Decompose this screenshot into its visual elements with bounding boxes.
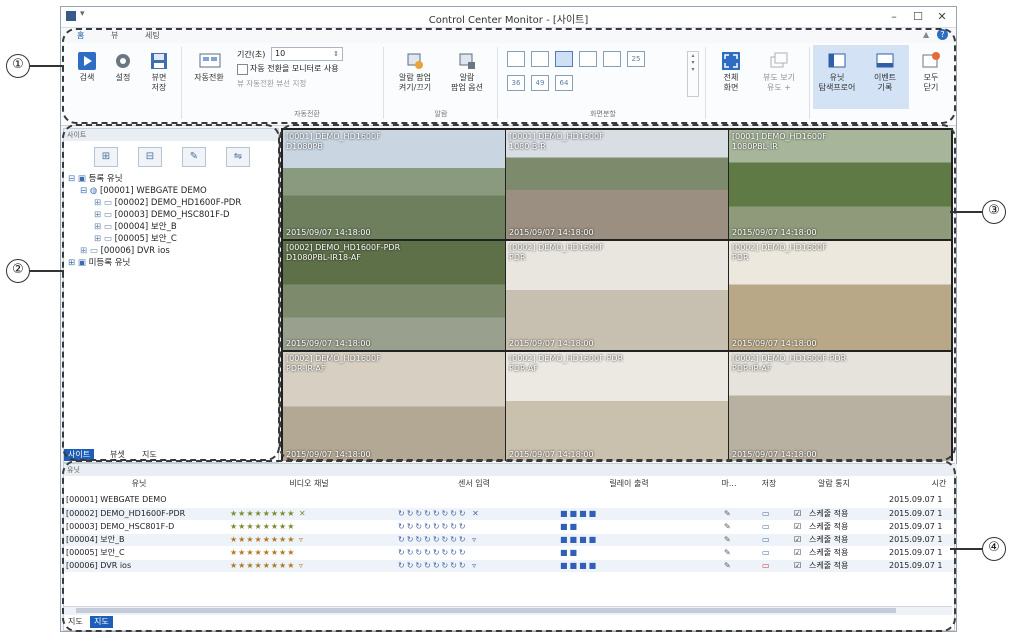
callout-leader — [950, 211, 982, 213]
title-bar: ▾ Control Center Monitor - [사이트] – ☐ ✕ — [61, 7, 956, 28]
callout-ring-ribbon — [62, 28, 956, 124]
callout-number-3: ③ — [982, 200, 1006, 224]
maximize-button[interactable]: ☐ — [909, 10, 927, 24]
callout-leader — [30, 270, 64, 272]
callout-leader — [950, 548, 982, 550]
callout-number-2: ② — [6, 259, 30, 283]
callout-number-4: ④ — [982, 537, 1006, 561]
callout-ring-status-panel — [62, 460, 956, 632]
window-title: Control Center Monitor - [사이트] — [428, 15, 589, 26]
close-button[interactable]: ✕ — [933, 10, 951, 24]
callout-ring-video-grid — [279, 124, 956, 461]
callout-leader — [30, 65, 64, 67]
callout-number-1: ① — [6, 54, 30, 78]
minimize-button[interactable]: – — [885, 10, 903, 24]
callout-ring-site-panel — [62, 124, 280, 461]
